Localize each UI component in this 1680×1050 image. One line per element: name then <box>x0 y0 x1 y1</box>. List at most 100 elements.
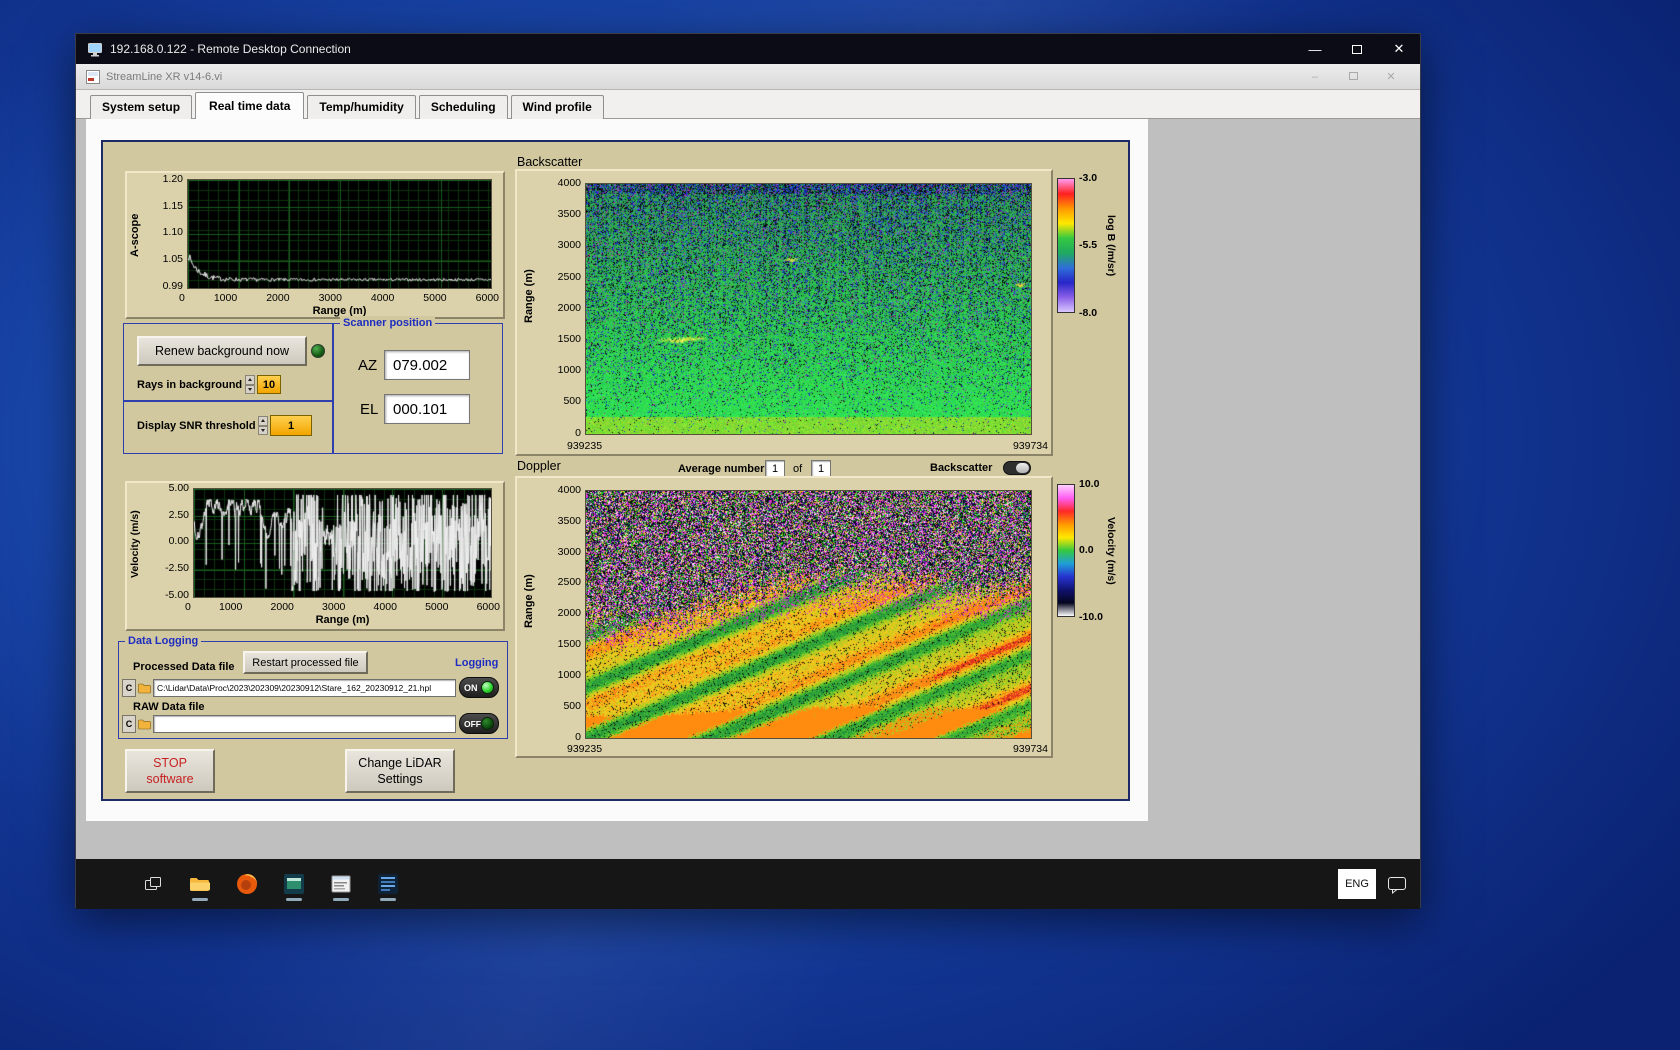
tick-label: 0.99 <box>162 279 183 292</box>
app-window-title: StreamLine XR v14-6.vi <box>106 70 223 83</box>
a-scope-graph-frame: A-scope 1.20 1.15 1.10 1.05 0.99 0 1000 2000 30… <box>125 171 505 319</box>
lidar-app-icon[interactable] <box>373 865 403 903</box>
az-label: AZ <box>358 357 378 374</box>
drive-letter-button[interactable]: C <box>122 679 136 697</box>
renew-background-led <box>311 344 325 358</box>
preview-app-icon[interactable] <box>279 865 309 903</box>
backscatter-title: Backscatter <box>517 155 583 169</box>
rdp-maximize-button[interactable] <box>1336 34 1378 64</box>
remote-desktop-icon <box>87 41 103 57</box>
x-start-tick: 939235 <box>567 743 603 755</box>
tick-label: 0 <box>575 730 581 743</box>
tick-label: 1000 <box>213 292 238 304</box>
logging-off-led <box>481 717 494 730</box>
task-view-icon[interactable] <box>138 865 168 903</box>
raw-logging-toggle[interactable]: OFF <box>459 713 499 734</box>
tick-label: -2.50 <box>165 561 189 574</box>
tab-scheduling[interactable]: Scheduling <box>418 95 508 119</box>
tick-label: -5.5 <box>1079 239 1098 252</box>
tick-label: 4000 <box>373 601 397 613</box>
increment-arrow[interactable] <box>245 375 255 385</box>
x-end-tick: 939734 <box>1012 440 1048 452</box>
tick-label: 1.05 <box>162 252 183 265</box>
tick-label: 5000 <box>425 601 449 613</box>
x-start-tick: 939235 <box>567 440 603 452</box>
language-indicator[interactable]: ENG <box>1338 869 1376 899</box>
tab-real-time-data[interactable]: Real time data <box>195 92 305 119</box>
renew-background-button[interactable]: Renew background now <box>137 336 307 366</box>
tab-wind-profile[interactable]: Wind profile <box>510 95 604 119</box>
doppler-y-ticks: 4000 3500 3000 2500 2000 1500 1000 500 0 <box>547 485 581 742</box>
taskbar: ENG <box>76 859 1420 909</box>
tick-label: 4000 <box>370 292 395 304</box>
raw-data-file-path[interactable] <box>153 715 456 733</box>
decrement-arrow[interactable] <box>258 425 268 435</box>
doppler-colorbar <box>1057 484 1075 617</box>
backscatter-toggle[interactable] <box>1003 461 1031 475</box>
decrement-arrow[interactable] <box>245 384 255 394</box>
tick-label: 1500 <box>557 332 581 345</box>
rays-spinner[interactable] <box>245 375 255 394</box>
a-scope-plot <box>188 180 491 288</box>
average-of-label: of <box>793 463 803 475</box>
tab-temp-humidity[interactable]: Temp/humidity <box>307 95 416 119</box>
browse-folder-icon[interactable] <box>137 715 152 733</box>
rdp-minimize-button[interactable]: — <box>1294 34 1336 64</box>
rdp-window: 192.168.0.122 - Remote Desktop Connectio… <box>75 33 1421 909</box>
tab-system-setup[interactable]: System setup <box>90 95 193 119</box>
app-restore-button[interactable] <box>1334 71 1372 83</box>
restart-processed-file-button[interactable]: Restart processed file <box>243 651 368 674</box>
notification-chat-icon[interactable] <box>1386 873 1408 900</box>
tick-label: 2500 <box>557 576 581 589</box>
stop-software-button[interactable]: STOP software <box>125 749 215 793</box>
tick-label: 500 <box>563 395 581 408</box>
el-value: 000.101 <box>384 394 470 424</box>
app-close-button[interactable]: ✕ <box>1372 70 1410 83</box>
doppler-title: Doppler <box>517 459 561 473</box>
velocity-x-axis-label: Range (m) <box>315 614 370 626</box>
average-number-label: Average number <box>678 463 765 475</box>
a-scope-y-ticks: 1.20 1.15 1.10 1.05 0.99 <box>151 174 183 291</box>
browse-folder-icon[interactable] <box>137 679 152 697</box>
tick-label: 1000 <box>557 668 581 681</box>
firefox-icon[interactable] <box>232 865 262 903</box>
scanner-position-title: Scanner position <box>340 316 436 330</box>
rdp-window-title: 192.168.0.122 - Remote Desktop Connectio… <box>110 42 351 56</box>
backscatter-graph-frame: Range (m) 4000 3500 3000 2500 2000 1500 1000 50… <box>515 169 1053 456</box>
backscatter-colorbar-ticks: -3.0 -5.5 -8.0 <box>1079 173 1105 318</box>
front-panel: A-scope 1.20 1.15 1.10 1.05 0.99 0 1000 2000 30… <box>101 140 1130 801</box>
rays-in-background-value[interactable]: 10 <box>257 375 281 394</box>
app-minimize-button[interactable]: – <box>1296 71 1334 83</box>
maximize-icon <box>1352 44 1362 54</box>
snr-spinner[interactable] <box>258 416 268 435</box>
tick-label: 6000 <box>476 601 500 613</box>
tick-label: -8.0 <box>1079 306 1098 319</box>
average-total-value[interactable]: 1 <box>811 460 831 477</box>
change-lidar-settings-button[interactable]: Change LiDAR Settings <box>345 749 455 793</box>
increment-arrow[interactable] <box>258 416 268 426</box>
scan-scheduler-icon[interactable] <box>326 865 356 903</box>
doppler-plot-area <box>585 490 1032 739</box>
toggle-on-label: ON <box>464 682 478 693</box>
background-controls-box: Renew background now Rays in background … <box>123 323 333 401</box>
processed-logging-toggle[interactable]: ON <box>459 677 499 698</box>
az-value: 079.002 <box>384 350 470 380</box>
snr-threshold-value[interactable]: 1 <box>270 415 312 436</box>
labview-vi-icon <box>86 69 100 84</box>
tick-label: 3000 <box>557 239 581 252</box>
rdp-close-button[interactable]: ✕ <box>1378 34 1420 64</box>
tab-strip: System setup Real time data Temp/humidit… <box>76 90 1420 119</box>
tick-label: 0 <box>185 601 191 613</box>
tick-label: -3.0 <box>1079 172 1098 184</box>
drive-letter-button[interactable]: C <box>122 715 136 733</box>
doppler-graph-frame: Range (m) 4000 3500 3000 2500 2000 1500 1000 50… <box>515 476 1053 758</box>
doppler-y-axis-label: Range (m) <box>523 574 535 628</box>
toggle-knob <box>1016 463 1029 473</box>
rdp-window-controls: — ✕ <box>1294 34 1420 64</box>
doppler-colorbar-label: Velocity (m/s) <box>1105 516 1117 585</box>
velocity-plot <box>194 489 491 597</box>
file-explorer-icon[interactable] <box>185 865 215 903</box>
tick-label: 1500 <box>557 638 581 651</box>
average-number-value[interactable]: 1 <box>765 460 785 477</box>
processed-data-file-path[interactable]: C:\Lidar\Data\Proc\2023\202309\20230912\… <box>153 679 456 697</box>
